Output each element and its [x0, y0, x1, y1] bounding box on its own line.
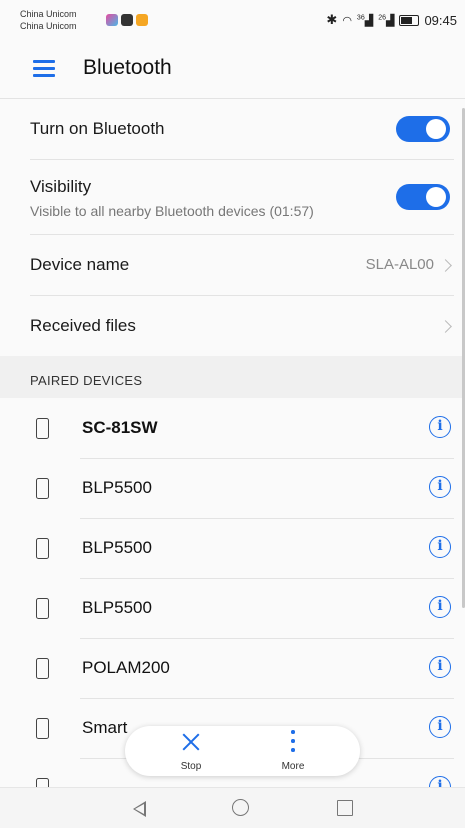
signal-icon: 36▟	[356, 13, 374, 27]
turn-on-bluetooth-label: Turn on Bluetooth	[30, 119, 165, 138]
page-title: Bluetooth	[83, 56, 172, 79]
carrier-info: China Unicom China Unicom	[20, 8, 77, 32]
weibo-notification-icon	[136, 14, 148, 26]
carrier-2: China Unicom	[20, 21, 77, 31]
wifi-icon: ◠	[342, 14, 352, 27]
device-name-value: SLA-AL00	[365, 256, 434, 273]
phone-icon	[36, 718, 49, 739]
info-icon[interactable]: i	[429, 776, 451, 787]
device-name: BLP5500	[82, 598, 152, 617]
stop-label: Stop	[180, 761, 202, 772]
received-files-label: Received files	[30, 316, 136, 335]
bluetooth-toggle[interactable]	[396, 116, 450, 142]
visibility-description: Visible to all nearby Bluetooth devices …	[30, 203, 314, 219]
device-name: BLP5500	[82, 478, 152, 497]
home-icon[interactable]	[232, 799, 249, 816]
device-row[interactable]: SC-81SW i	[0, 399, 465, 459]
phone-icon	[36, 778, 49, 787]
close-icon	[182, 733, 200, 751]
phone-icon	[36, 418, 49, 439]
signal-icon: 26▟	[378, 13, 395, 27]
device-name: Smart	[82, 718, 128, 737]
visibility-toggle[interactable]	[396, 184, 450, 210]
received-files-row[interactable]: Received files	[30, 296, 454, 356]
bluetooth-icon: ✱	[326, 12, 338, 27]
phone-icon	[36, 478, 49, 499]
phone-icon	[36, 658, 49, 679]
phone-icon	[36, 598, 49, 619]
system-navigation-bar	[0, 787, 465, 828]
info-icon[interactable]: i	[429, 476, 451, 498]
back-icon[interactable]	[133, 801, 146, 817]
app-notification-icon	[121, 14, 133, 26]
section-title: PAIRED DEVICES	[30, 373, 143, 388]
menu-icon[interactable]	[33, 60, 55, 77]
scan-actions-bar: Stop More	[125, 726, 360, 776]
info-icon[interactable]: i	[429, 596, 451, 618]
carrier-1: China Unicom	[20, 9, 77, 19]
device-name-label: Device name	[30, 255, 130, 274]
device-row[interactable]: BLP5500 i	[0, 579, 465, 639]
device-row[interactable]: POLAM200 i	[0, 639, 465, 699]
chevron-right-icon	[439, 259, 452, 272]
visibility-row[interactable]: Visibility Visible to all nearby Bluetoo…	[30, 160, 454, 235]
paired-devices-header: PAIRED DEVICES	[0, 356, 465, 398]
visibility-label: Visibility	[30, 177, 92, 196]
app-notification-icon	[106, 14, 118, 26]
more-label: More	[281, 761, 305, 772]
device-name: BLP5500	[82, 538, 152, 557]
clock: 09:45	[424, 12, 457, 28]
info-icon[interactable]: i	[429, 536, 451, 558]
status-bar: China Unicom China Unicom ✱ ◠ 36▟ 26▟ 09…	[0, 0, 465, 40]
more-button[interactable]: More	[253, 726, 333, 776]
info-icon[interactable]: i	[429, 416, 451, 438]
device-name-row[interactable]: Device name SLA-AL00	[30, 235, 454, 296]
device-row[interactable]: BLP5500 i	[0, 519, 465, 579]
notification-icons	[106, 14, 148, 26]
recent-apps-icon[interactable]	[337, 800, 353, 816]
more-vertical-icon	[291, 730, 295, 754]
device-name: POLAM200	[82, 658, 170, 677]
turn-on-bluetooth-row[interactable]: Turn on Bluetooth	[30, 99, 454, 160]
chevron-right-icon	[439, 320, 452, 333]
device-name: SC-81SW	[82, 418, 158, 437]
status-indicators: ✱ ◠ 36▟ 26▟ 09:45	[326, 12, 457, 28]
info-icon[interactable]: i	[429, 656, 451, 678]
battery-icon	[399, 14, 420, 26]
app-header: Bluetooth	[0, 40, 465, 99]
stop-button[interactable]: Stop	[151, 726, 231, 776]
phone-icon	[36, 538, 49, 559]
info-icon[interactable]: i	[429, 716, 451, 738]
device-row[interactable]: BLP5500 i	[0, 459, 465, 519]
